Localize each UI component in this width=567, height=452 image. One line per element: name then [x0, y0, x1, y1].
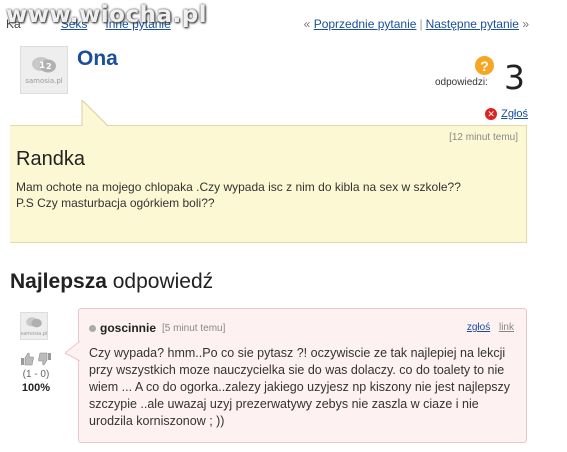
- top-navigation: Ka Seks Inne pytanie www.wiocha.pl « Poprz…: [0, 0, 567, 48]
- answer-header: goscinnie [5 minut temu]: [89, 321, 225, 335]
- question-author-avatar[interactable]: 1 2 samosia.pl: [20, 46, 68, 94]
- avatar-site-label: samosia.pl: [25, 77, 63, 85]
- prev-arrow: «: [303, 17, 311, 31]
- speech-bubble-icon: [26, 316, 42, 327]
- status-dot-icon: [89, 324, 96, 332]
- speech-tail: [81, 100, 109, 127]
- question-mark-icon: ?: [475, 56, 494, 75]
- close-icon: ✕: [485, 108, 498, 120]
- thumbs-down-icon[interactable]: [38, 352, 52, 366]
- report-answer-link[interactable]: zgłoś: [467, 322, 490, 333]
- answers-count: 3: [504, 58, 525, 97]
- votes-percent: 100%: [21, 382, 51, 394]
- answers-counter: ? odpowiedzi: 3: [435, 56, 525, 97]
- best-answer-heading-bold: Najlepsza: [10, 270, 107, 293]
- answer-text: Czy wypada? hmm..Po co sie pytasz ?! ocz…: [89, 346, 511, 428]
- avatar-site-label: samosia.pl: [20, 330, 48, 337]
- question-pagination: « Poprzednie pytanie | Następne pytanie »: [304, 17, 529, 31]
- permalink-link[interactable]: link: [499, 322, 514, 333]
- best-answer-heading: Najlepsza odpowiedź: [10, 270, 213, 294]
- question-body-line: Mam ochote na mojego chlopaka .Czy wypad…: [16, 180, 461, 194]
- report-label: Zgłoś: [501, 108, 528, 120]
- thumbs-up-icon[interactable]: [20, 352, 34, 366]
- next-arrow: »: [522, 17, 529, 31]
- svg-text:1: 1: [39, 61, 45, 71]
- report-question-button[interactable]: ✕ Zgłoś: [485, 108, 528, 120]
- answer-author-name[interactable]: goscinnie: [100, 321, 156, 335]
- best-answer-heading-rest: odpowiedź: [112, 270, 214, 293]
- question-title: Randka: [16, 148, 85, 170]
- question-author-name[interactable]: Ona: [77, 47, 118, 71]
- votes-count: (1 - 0): [22, 369, 50, 380]
- question-timestamp: [12 minut temu]: [449, 132, 518, 143]
- answers-label: odpowiedzi:: [435, 77, 488, 88]
- speech-tail: [65, 341, 80, 361]
- question-card: [12 minut temu] Randka Mam ochote na moj…: [10, 100, 527, 243]
- answer-votes: (1 - 0) 100%: [14, 352, 58, 394]
- speech-bubble-icon: 1 2: [32, 57, 56, 73]
- answer-card: goscinnie [5 minut temu] zgłoś link Czy …: [65, 308, 527, 443]
- answer-author-avatar[interactable]: samosia.pl: [20, 312, 48, 340]
- prev-question-link[interactable]: Poprzednie pytanie: [314, 17, 417, 31]
- nav-separator: |: [419, 17, 423, 31]
- watermark-logo: www.wiocha.pl: [6, 2, 208, 28]
- svg-text:2: 2: [46, 62, 52, 71]
- next-question-link[interactable]: Następne pytanie: [426, 17, 519, 31]
- answer-actions: zgłoś link: [467, 322, 514, 333]
- answer-timestamp: [5 minut temu]: [162, 322, 226, 334]
- question-body-line: P.S Czy masturbacja ogórkiem boli??: [16, 196, 215, 210]
- question-body: Mam ochote na mojego chlopaka .Czy wypad…: [16, 179, 486, 211]
